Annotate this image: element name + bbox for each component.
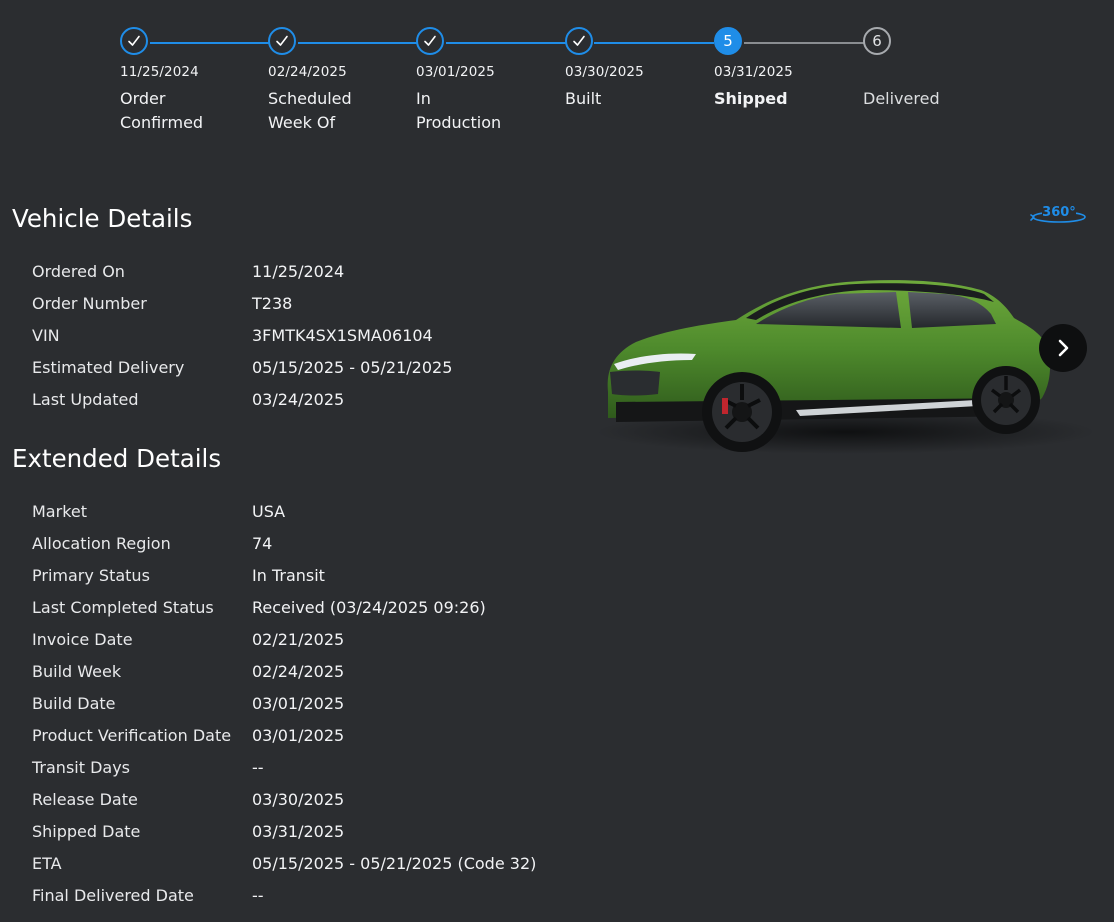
vehicle-details-title: Vehicle Details: [12, 204, 193, 233]
detail-key: Market: [32, 501, 87, 521]
detail-row: ETA 05/15/2025 - 05/21/2025 (Code 32): [32, 847, 592, 879]
detail-value: 03/24/2025: [252, 389, 345, 409]
view-360-button[interactable]: 360°: [1028, 200, 1090, 228]
check-icon: [416, 27, 444, 55]
detail-value: 02/21/2025: [252, 629, 345, 649]
detail-key: Final Delivered Date: [32, 885, 194, 905]
step-in-production: 03/01/2025 In Production: [416, 27, 556, 135]
order-progress-tracker: 11/25/2024 Order Confirmed 02/24/2025 Sc…: [0, 0, 1114, 160]
detail-value: USA: [252, 501, 286, 521]
detail-row: Transit Days --: [32, 751, 592, 783]
detail-key: Transit Days: [32, 757, 131, 777]
detail-key: Estimated Delivery: [32, 357, 185, 377]
detail-key: Last Completed Status: [32, 597, 214, 617]
step-label: Built: [565, 89, 602, 108]
check-icon: [565, 27, 593, 55]
detail-key: Build Week: [32, 661, 122, 681]
check-icon: [120, 27, 148, 55]
detail-row: Last Completed Status Received (03/24/20…: [32, 591, 592, 623]
next-image-button[interactable]: [1039, 324, 1087, 372]
step-built: 03/30/2025 Built: [565, 27, 705, 111]
detail-value: 03/30/2025: [252, 789, 345, 809]
detail-row: Final Delivered Date --: [32, 879, 592, 911]
detail-row: Shipped Date 03/31/2025: [32, 815, 592, 847]
detail-key: ETA: [32, 853, 62, 873]
detail-row: Ordered On 11/25/2024: [32, 255, 592, 287]
detail-row: VIN 3FMTK4SX1SMA06104: [32, 319, 592, 351]
detail-key: Allocation Region: [32, 533, 171, 553]
step-label: Order Confirmed: [120, 89, 204, 132]
detail-key: Primary Status: [32, 565, 150, 585]
detail-key: VIN: [32, 325, 60, 345]
step-label: Delivered: [863, 89, 940, 108]
rotate-360-icon: 360°: [1030, 205, 1086, 223]
detail-key: Product Verification Date: [32, 725, 232, 745]
detail-value: 74: [252, 533, 273, 553]
step-number-badge: 6: [863, 27, 891, 55]
detail-key: Order Number: [32, 293, 147, 313]
chevron-right-icon: [1058, 339, 1069, 357]
detail-value: Received (03/24/2025 09:26): [252, 597, 486, 617]
step-date: 03/30/2025: [565, 64, 644, 80]
detail-row: Invoice Date 02/21/2025: [32, 623, 592, 655]
step-label: Scheduled Week Of: [268, 89, 352, 132]
step-label: In Production: [416, 89, 502, 132]
detail-value: In Transit: [252, 565, 325, 585]
detail-value: 03/01/2025: [252, 693, 345, 713]
step-date: 03/31/2025: [714, 64, 793, 80]
step-order-confirmed: 11/25/2024 Order Confirmed: [120, 27, 260, 135]
extended-details-title: Extended Details: [12, 444, 222, 473]
detail-row: Last Updated 03/24/2025: [32, 383, 592, 415]
detail-value: 03/31/2025: [252, 821, 345, 841]
step-date: 03/01/2025: [416, 64, 495, 80]
detail-row: Order Number T238: [32, 287, 592, 319]
svg-text:360°: 360°: [1042, 205, 1076, 220]
extended-details-list: Market USA Allocation Region 74 Primary …: [32, 495, 592, 911]
detail-row: Product Verification Date 03/01/2025: [32, 719, 592, 751]
detail-value: 05/15/2025 - 05/21/2025: [252, 357, 453, 377]
detail-key: Release Date: [32, 789, 138, 809]
detail-value: --: [252, 885, 264, 905]
vehicle-image: [596, 272, 1096, 462]
step-date: [863, 64, 1003, 80]
detail-row: Primary Status In Transit: [32, 559, 592, 591]
detail-value: 02/24/2025: [252, 661, 345, 681]
detail-value: 11/25/2024: [252, 261, 345, 281]
detail-value: 03/01/2025: [252, 725, 345, 745]
detail-key: Build Date: [32, 693, 116, 713]
detail-value: 05/15/2025 - 05/21/2025 (Code 32): [252, 853, 537, 873]
step-shipped: 5 03/31/2025 Shipped: [714, 27, 854, 111]
step-date: 02/24/2025: [268, 64, 347, 80]
detail-row: Market USA: [32, 495, 592, 527]
detail-row: Build Date 03/01/2025: [32, 687, 592, 719]
step-delivered: 6 Delivered: [863, 27, 1003, 111]
detail-row: Build Week 02/24/2025: [32, 655, 592, 687]
detail-row: Release Date 03/30/2025: [32, 783, 592, 815]
detail-key: Last Updated: [32, 389, 139, 409]
detail-row: Estimated Delivery 05/15/2025 - 05/21/20…: [32, 351, 592, 383]
step-label: Shipped: [714, 89, 788, 108]
step-number-badge: 5: [714, 27, 742, 55]
step-date: 11/25/2024: [120, 64, 199, 80]
detail-value: T238: [252, 293, 293, 313]
detail-key: Ordered On: [32, 261, 125, 281]
detail-row: Allocation Region 74: [32, 527, 592, 559]
detail-value: 3FMTK4SX1SMA06104: [252, 325, 433, 345]
detail-value: --: [252, 757, 264, 777]
vehicle-details-list: Ordered On 11/25/2024 Order Number T238 …: [32, 255, 592, 415]
detail-key: Invoice Date: [32, 629, 133, 649]
step-scheduled-week-of: 02/24/2025 Scheduled Week Of: [268, 27, 408, 135]
detail-key: Shipped Date: [32, 821, 141, 841]
check-icon: [268, 27, 296, 55]
